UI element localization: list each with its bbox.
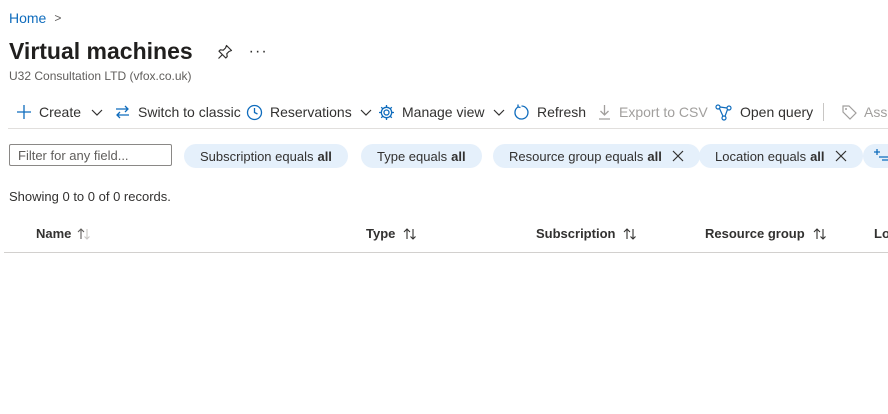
open-query-label: Open query xyxy=(740,104,814,120)
chevron-down-icon xyxy=(91,109,103,116)
reservations-button[interactable]: Reservations xyxy=(246,98,372,126)
filter-pill-label: Type equals xyxy=(377,148,448,164)
query-nodes-icon xyxy=(715,103,732,121)
clock-icon xyxy=(246,104,263,120)
filter-pill-resource-group[interactable]: Resource group equals all xyxy=(493,144,700,168)
breadcrumb: Home > xyxy=(9,10,61,26)
download-icon xyxy=(599,105,610,120)
create-label: Create xyxy=(39,104,82,120)
switch-arrows-icon xyxy=(116,105,129,119)
breadcrumb-home-link[interactable]: Home xyxy=(9,10,46,26)
switch-to-classic-button[interactable]: Switch to classic xyxy=(114,98,241,126)
filter-pill-location[interactable]: Location equals all xyxy=(699,144,863,168)
refresh-icon xyxy=(514,104,529,120)
plus-icon xyxy=(17,105,31,119)
reservations-label: Reservations xyxy=(270,104,352,120)
chevron-down-icon xyxy=(360,109,372,116)
toolbar-divider xyxy=(823,103,824,121)
assign-tags-button[interactable]: Assi xyxy=(841,98,888,126)
sort-icon xyxy=(77,227,91,240)
filter-pill-type[interactable]: Type equals all xyxy=(361,144,482,168)
manage-view-button[interactable]: Manage view xyxy=(378,98,505,126)
add-filter-icon xyxy=(874,149,888,161)
page-title: Virtual machines xyxy=(9,38,193,64)
toolbar-divider-line xyxy=(8,128,888,129)
filter-pill-subscription[interactable]: Subscription equals all xyxy=(184,144,348,168)
close-icon[interactable] xyxy=(835,150,847,162)
column-header-label: Resource group xyxy=(705,226,805,241)
page-subtitle: U32 Consultation LTD (vfox.co.uk) xyxy=(9,69,192,83)
column-header-type[interactable]: Type xyxy=(366,226,417,241)
assign-tags-label: Assi xyxy=(864,104,888,120)
column-header-label: Subscription xyxy=(536,226,616,241)
gear-icon xyxy=(379,104,394,120)
refresh-button[interactable]: Refresh xyxy=(513,98,586,126)
filter-pill-value: all xyxy=(317,148,332,164)
export-to-csv-button[interactable]: Export to CSV xyxy=(597,98,708,126)
pin-icon[interactable] xyxy=(217,44,233,60)
column-header-subscription[interactable]: Subscription xyxy=(536,226,637,241)
tag-icon xyxy=(842,104,857,120)
close-icon[interactable] xyxy=(672,150,684,162)
sort-icon xyxy=(813,227,827,240)
switch-to-classic-label: Switch to classic xyxy=(138,104,241,120)
column-header-label: Lo xyxy=(874,226,888,241)
column-header-name[interactable]: Name xyxy=(36,226,91,241)
export-to-csv-label: Export to CSV xyxy=(619,104,708,120)
command-bar: Create Switch to classic Reservations Ma… xyxy=(0,98,888,126)
column-header-location[interactable]: Lo xyxy=(874,226,888,241)
sort-icon xyxy=(403,227,417,240)
filter-pill-value: all xyxy=(810,148,825,164)
refresh-label: Refresh xyxy=(537,104,587,120)
filter-input[interactable] xyxy=(9,144,172,166)
add-filter-button[interactable] xyxy=(863,144,888,168)
open-query-button[interactable]: Open query xyxy=(715,98,813,126)
title-row: Virtual machines ··· xyxy=(9,38,268,65)
table-header-divider xyxy=(4,252,888,253)
create-button[interactable]: Create xyxy=(16,98,103,126)
manage-view-label: Manage view xyxy=(402,104,485,120)
filter-pill-label: Location equals xyxy=(715,148,807,164)
filter-pill-value: all xyxy=(647,148,662,164)
filter-pill-label: Subscription equals xyxy=(200,148,314,164)
chevron-down-icon xyxy=(493,109,504,116)
filter-pill-label: Resource group equals xyxy=(509,148,644,164)
chevron-right-icon: > xyxy=(54,11,62,25)
filter-pill-value: all xyxy=(451,148,466,164)
column-header-label: Name xyxy=(36,226,72,241)
more-options-button[interactable]: ··· xyxy=(249,43,268,59)
column-header-resource-group[interactable]: Resource group xyxy=(705,226,827,241)
records-count: Showing 0 to 0 of 0 records. xyxy=(9,189,171,204)
sort-icon xyxy=(623,227,637,240)
column-header-label: Type xyxy=(366,226,396,241)
